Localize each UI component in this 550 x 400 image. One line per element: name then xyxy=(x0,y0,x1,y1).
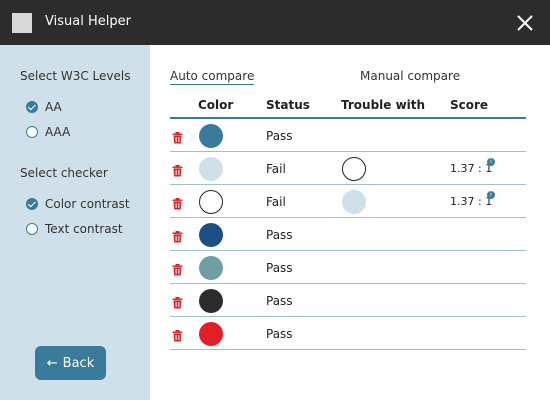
table-row: Pass xyxy=(170,218,526,251)
table-row: Pass xyxy=(170,251,526,284)
status-text: Pass xyxy=(266,129,293,143)
status-text: Pass xyxy=(266,228,293,242)
color-swatch xyxy=(199,289,223,313)
table-row: Pass xyxy=(170,284,526,317)
color-swatch xyxy=(199,223,223,247)
tab-auto-compare[interactable]: Auto compare xyxy=(170,69,255,85)
app-title: Visual Helper xyxy=(45,14,131,29)
tab-manual-compare[interactable]: Manual compare xyxy=(360,69,460,83)
trash-icon[interactable] xyxy=(172,195,183,210)
status-text: Pass xyxy=(266,261,293,275)
table-row: Fail 1.37 : 1i xyxy=(170,185,526,218)
checker-title: Select checker xyxy=(20,166,108,180)
column-header-color: Color xyxy=(198,98,234,112)
trouble-swatch xyxy=(342,190,366,214)
level-aaa-label: AAA xyxy=(45,125,71,139)
score-text: 1.37 : 1 xyxy=(450,162,493,175)
radio-icon xyxy=(26,223,38,235)
color-contrast-radio[interactable]: Color contrast xyxy=(26,196,130,212)
column-header-status: Status xyxy=(266,98,310,112)
text-contrast-label: Text contrast xyxy=(45,222,123,236)
table-row: Fail 1.37 : 1i xyxy=(170,152,526,185)
trash-icon[interactable] xyxy=(172,261,183,276)
sidebar: Select W3C Levels AA AAA Select checker … xyxy=(0,45,150,400)
info-icon[interactable]: i xyxy=(487,191,495,199)
color-swatch xyxy=(199,157,223,181)
trouble-swatch xyxy=(342,157,366,181)
radio-icon xyxy=(26,126,38,138)
table-row: Pass xyxy=(170,317,526,350)
arrow-left-icon: ← xyxy=(46,355,58,371)
status-text: Fail xyxy=(266,195,286,209)
row-divider xyxy=(170,348,526,350)
status-text: Pass xyxy=(266,294,293,308)
level-aa-label: AA xyxy=(45,100,62,114)
back-label: Back xyxy=(62,355,95,371)
table-row: Pass xyxy=(170,119,526,152)
back-button[interactable]: ← Back xyxy=(35,346,106,380)
text-contrast-radio[interactable]: Text contrast xyxy=(26,221,123,237)
trash-icon[interactable] xyxy=(172,162,183,177)
color-swatch xyxy=(199,256,223,280)
column-header-trouble: Trouble with xyxy=(341,98,426,112)
trash-icon[interactable] xyxy=(172,129,183,144)
w3c-levels-title: Select W3C Levels xyxy=(20,69,131,83)
color-swatch xyxy=(199,322,223,346)
status-text: Pass xyxy=(266,327,293,341)
close-icon[interactable] xyxy=(514,12,536,34)
column-header-score: Score xyxy=(450,98,489,112)
color-swatch xyxy=(199,124,223,148)
trash-icon[interactable] xyxy=(172,228,183,243)
status-text: Fail xyxy=(266,162,286,176)
level-aaa-radio[interactable]: AAA xyxy=(26,124,70,140)
app-logo xyxy=(12,13,32,33)
color-contrast-label: Color contrast xyxy=(45,197,130,211)
title-bar: Visual Helper xyxy=(0,0,550,45)
score-text: 1.37 : 1 xyxy=(450,195,493,208)
radio-check-icon xyxy=(26,101,38,113)
info-icon[interactable]: i xyxy=(487,158,495,166)
trash-icon[interactable] xyxy=(172,327,183,342)
level-aa-radio[interactable]: AA xyxy=(26,99,62,115)
trash-icon[interactable] xyxy=(172,294,183,309)
radio-check-icon xyxy=(26,198,38,210)
color-swatch xyxy=(199,190,223,214)
